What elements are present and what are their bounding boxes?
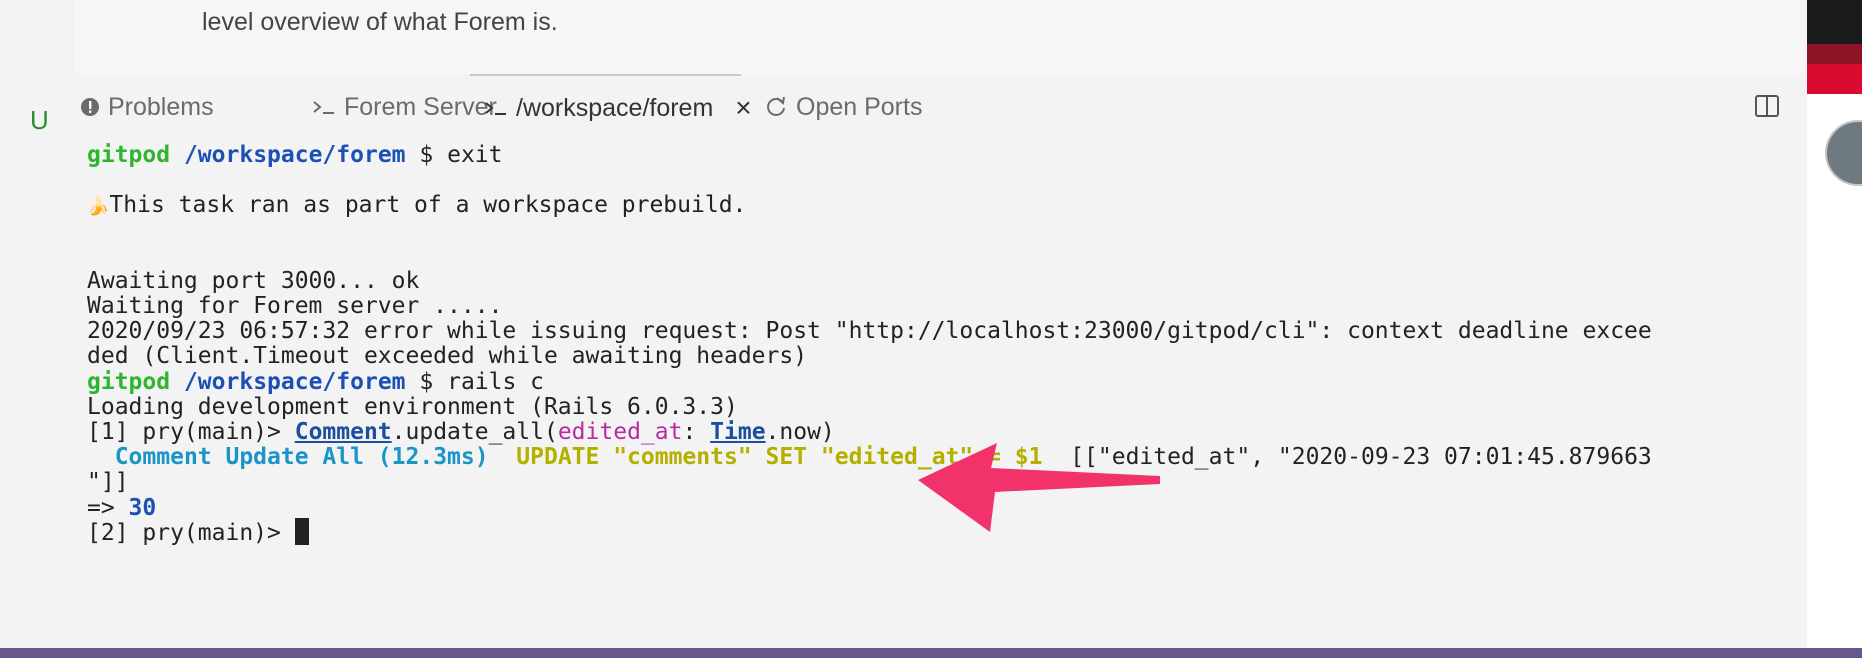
status-bar (0, 648, 1862, 658)
edge-banner-maroon (1807, 44, 1862, 64)
edge-banner-red (1807, 64, 1862, 94)
avatar[interactable] (1825, 120, 1862, 186)
edge-banner-dark (1807, 0, 1862, 44)
annotation-arrow (918, 443, 1160, 532)
browser-right-edge (1807, 0, 1862, 658)
